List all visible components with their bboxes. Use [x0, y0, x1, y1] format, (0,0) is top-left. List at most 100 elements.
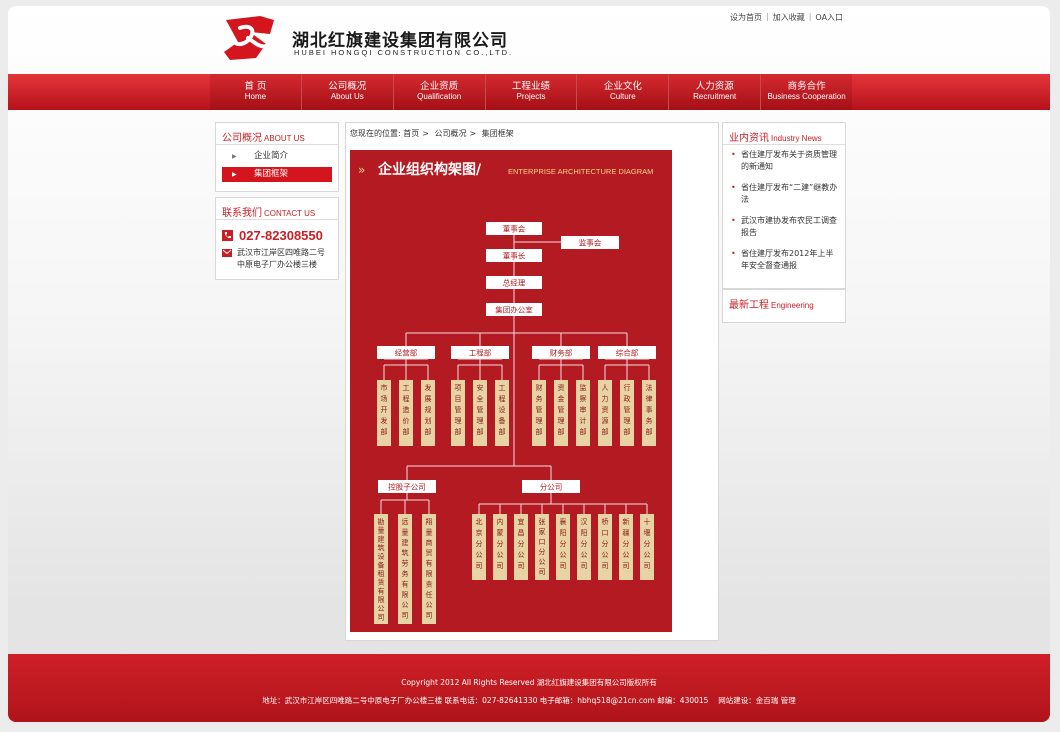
news-item[interactable]: • 省住建厅发布2012年上半年安全督查通报: [727, 248, 841, 272]
org-unit-char: 部: [536, 427, 543, 436]
org-unit-char: 价: [403, 417, 410, 425]
org-unit-char: 工: [499, 384, 506, 392]
bullet-icon: •: [731, 249, 736, 258]
company-logo-icon[interactable]: [220, 12, 280, 64]
nav-business[interactable]: 商务合作 Business Cooperation: [761, 74, 852, 110]
nav-label-cn: 企业文化: [603, 81, 642, 92]
org-unit-char: 北: [476, 518, 483, 526]
org-unit-char: 公: [581, 551, 588, 559]
org-unit-char: 量: [378, 527, 385, 535]
contact-title-cn: 联系我们: [222, 208, 262, 219]
org-unit-char: 劳: [402, 559, 409, 568]
org-unit-char: 责: [426, 579, 433, 588]
org-unit-char: 程: [499, 394, 506, 403]
about-title-en: ABOUT US: [264, 134, 305, 143]
org-unit-char: 司: [426, 612, 433, 620]
org-unit-char: 源: [602, 416, 609, 425]
org-unit-char: 展: [425, 395, 432, 403]
org-unit-char: 公: [402, 601, 409, 609]
org-unit-char: 勘: [378, 517, 385, 526]
nav-about[interactable]: 公司概况 About Us: [302, 74, 394, 110]
org-unit-char: 政: [624, 394, 631, 403]
org-unit-char: 分: [476, 539, 483, 548]
set-homepage-link[interactable]: 设为首页: [730, 12, 762, 23]
breadcrumb-about[interactable]: 公司概况: [435, 129, 467, 138]
org-node-label: 监事会: [579, 238, 602, 248]
org-unit-char: 行: [624, 383, 631, 392]
page-frame: 湖北红旗建设集团有限公司 HUBEI HONGQI CONSTRUCTION C…: [8, 6, 1050, 722]
add-favorite-link[interactable]: 加入收藏: [773, 12, 805, 23]
content-panel: 您现在的位置: 首页 > 公司概况 > 集团框架 » 企业组织构架图/ENTERPRI…: [345, 122, 719, 641]
org-node-label: 总经理: [503, 278, 526, 288]
org-unit-char: 计: [580, 416, 587, 425]
org-unit-char: 场: [381, 394, 388, 403]
org-unit-char: 程: [403, 394, 410, 403]
mail-icon: [222, 249, 232, 257]
nav-label-en: Business Cooperation: [767, 92, 846, 101]
org-unit-char: 务: [402, 569, 409, 578]
org-unit-char: 管: [536, 405, 543, 414]
org-node-label: 控股子公司: [388, 482, 426, 492]
news-item[interactable]: • 省住建厅发布关于资质管理的新通知: [727, 149, 841, 173]
breadcrumb-home[interactable]: 首页: [403, 129, 419, 138]
org-node-label: 经营部: [395, 348, 418, 358]
org-unit-char: 口: [602, 529, 609, 537]
org-unit-char: 财: [536, 383, 543, 392]
org-unit-char: 管: [558, 405, 565, 414]
org-chart-svg: » 企业组织构架图/ENTERPRISE ARCHITECTURE DIAGRAM…: [358, 161, 656, 624]
org-unit-char: 司: [378, 613, 385, 621]
org-unit-char: 量: [426, 528, 433, 536]
org-unit-char: 项: [455, 384, 462, 392]
org-title-cn: 企业组织构架图/: [377, 161, 482, 178]
nav-label-en: Culture: [609, 92, 636, 101]
nav-label-cn: 人力资源: [695, 81, 734, 92]
contact-box: 联系我们 CONTACT US 027-82308550 武汉市江岸区四唯路二号中…: [215, 197, 339, 280]
submenu-item-framework[interactable]: ▶ 集团框架: [222, 167, 332, 182]
news-item[interactable]: • 省住建厅发布“二建”继教办法: [727, 182, 841, 206]
org-unit-char: 理: [558, 417, 565, 425]
org-unit-char: 工: [403, 384, 410, 392]
breadcrumb-current[interactable]: 集团框架: [482, 129, 514, 138]
nav-qualification[interactable]: 企业资质 Qualification: [394, 74, 486, 110]
org-unit-char: 张: [539, 517, 546, 526]
org-unit-char: 务: [646, 416, 653, 425]
breadcrumb-sep: >: [422, 129, 429, 138]
org-unit-char: 公: [623, 551, 630, 559]
org-unit-char: 分: [518, 539, 525, 548]
org-node-label: 分公司: [540, 483, 563, 492]
nav-home[interactable]: 首 页 Home: [210, 74, 302, 110]
org-unit-char: 任: [426, 590, 433, 599]
org-unit-char: 部: [381, 427, 388, 436]
org-unit-char: 理: [624, 417, 631, 425]
org-unit-char: 司: [476, 562, 483, 570]
nav-projects[interactable]: 工程业绩 Projects: [486, 74, 578, 110]
news-title: 业内资讯 Industry News: [723, 123, 845, 145]
org-unit-char: 资: [558, 383, 565, 392]
nav-culture[interactable]: 企业文化 Culture: [577, 74, 670, 110]
submenu-item-intro[interactable]: ▶ 企业简介: [222, 149, 332, 164]
org-unit-char: 分: [644, 539, 651, 548]
arrow-right-icon: ▶: [232, 171, 237, 178]
org-unit-char: 务: [536, 394, 543, 403]
oa-login-link[interactable]: OA入口: [815, 12, 843, 23]
about-menu-title: 公司概况 ABOUT US: [216, 123, 338, 145]
org-unit-char: 堰: [644, 528, 651, 537]
org-unit-char: 筑: [402, 548, 409, 557]
company-name-en: HUBEI HONGQI CONSTRUCTION CO.,LTD.: [294, 48, 514, 57]
footer-contact: 地址：武汉市江岸区四唯路二号中原电子厂办公楼三楼 联系电话：027-826413…: [262, 696, 796, 705]
breadcrumb-sep: >: [469, 129, 477, 138]
nav-label-cn: 公司概况: [328, 81, 367, 92]
org-unit-char: 公: [378, 605, 385, 613]
nav-label-en: Home: [244, 92, 267, 101]
org-unit-char: 司: [644, 562, 651, 570]
nav-recruitment[interactable]: 人力资源 Recruitment: [669, 74, 762, 110]
org-unit-char: 市: [381, 383, 388, 392]
news-item[interactable]: • 武汉市建协发布农民工调查报告: [727, 215, 841, 239]
org-unit-char: 量: [402, 528, 409, 536]
breadcrumb: 您现在的位置: 首页 > 公司概况 > 集团框架: [350, 128, 514, 139]
org-unit-char: 昌: [518, 529, 525, 537]
org-unit-char: 阳: [560, 528, 567, 537]
phone-icon: [222, 230, 233, 241]
org-unit-char: 法: [646, 383, 653, 392]
org-unit-char: 新: [623, 517, 630, 526]
